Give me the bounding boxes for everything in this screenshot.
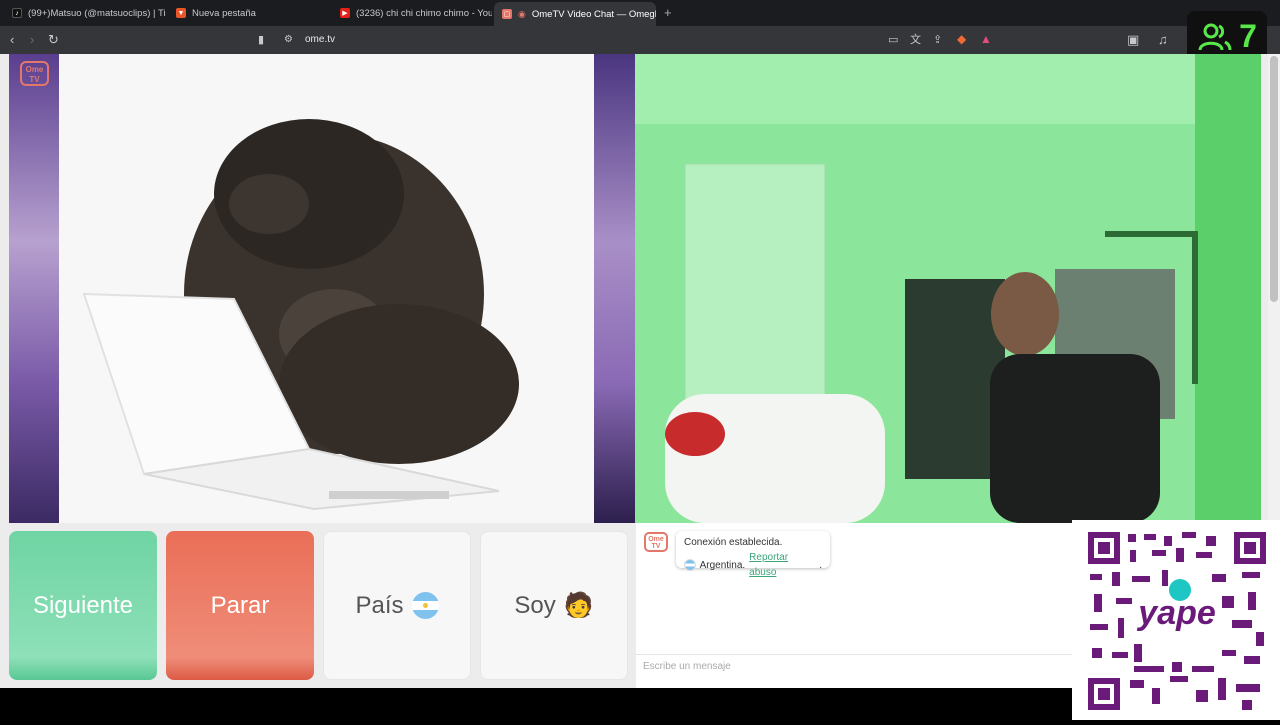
address-bar[interactable]: ▮ ⚙ ome.tv ▭ 文 ⇪ ◆ ▲ — [250, 29, 1000, 51]
tab-label: (3236) chi chi chimo chimo - YouTube — [356, 7, 492, 19]
new-tab-icon[interactable]: + — [664, 5, 672, 20]
tab-bar: ♪ (99+)Matsuo (@matsuoclips) | TikTok ▼ … — [0, 0, 1280, 26]
country-text: Argentina. — [699, 559, 746, 571]
stranger-video: Ome TV — [9, 54, 635, 523]
message-input[interactable]: Escribe un mensaje — [643, 661, 731, 672]
tab-youtube[interactable]: ▶ (3236) chi chi chimo chimo - YouTube — [332, 3, 492, 23]
system-message: Conexión establecida. Argentina. Reporta… — [676, 531, 830, 578]
chat-panel: Ome TV Conexión establecida. Argentina. … — [636, 523, 1076, 688]
next-button[interactable]: Siguiente — [9, 531, 157, 680]
connection-status-text: Conexión establecida. — [684, 537, 783, 548]
media-icon[interactable]: ♫ — [1158, 32, 1168, 48]
video-image — [59, 54, 594, 523]
self-camera-image — [635, 54, 1261, 523]
site-settings-icon[interactable]: ⚙ — [284, 32, 293, 48]
country-button-label: País — [355, 591, 404, 619]
tab-label: Nueva pestaña — [192, 7, 256, 19]
translate-icon[interactable]: 文 — [910, 32, 921, 48]
report-abuse-link[interactable]: Reportar abuso — [749, 550, 815, 580]
person-emoji-icon: 🧑 — [563, 592, 594, 619]
tab-ometv[interactable]: ▢ ◉ OmeTV Video Chat — Omegle ✕ — [494, 2, 656, 26]
share-icon[interactable]: ⇪ — [933, 32, 942, 48]
country-button[interactable]: País — [323, 531, 471, 680]
url-text: ome.tv — [305, 34, 336, 45]
browser-toolbar: ‹ › ↻ ▮ ⚙ ome.tv ▭ 文 ⇪ ◆ ▲ ▣ ♫ — [0, 26, 1280, 54]
next-button-label: Siguiente — [32, 591, 134, 619]
qr-code-image: yape — [1088, 532, 1266, 710]
gender-button[interactable]: Soy 🧑 — [480, 531, 628, 680]
online-count: 7 — [1239, 18, 1257, 54]
tiktok-icon: ♪ — [12, 8, 22, 18]
back-icon[interactable]: ‹ — [10, 32, 14, 48]
ometv-chat-logo: Ome TV — [644, 532, 668, 552]
bottom-bar — [0, 688, 1072, 720]
tab-tiktok[interactable]: ♪ (99+)Matsuo (@matsuoclips) | TikTok — [4, 3, 166, 23]
brave-rewards-icon[interactable]: ▲ — [980, 31, 992, 47]
video-blur-right — [594, 54, 635, 523]
video-blur-left — [9, 54, 59, 523]
recording-dot-icon: ◉ — [518, 8, 526, 19]
brave-shield-icon[interactable]: ◆ — [957, 31, 966, 47]
chat-divider — [636, 654, 1076, 655]
chimp-laptop-image — [82, 119, 519, 511]
forward-icon[interactable]: › — [30, 32, 34, 48]
ometv-logo: Ome TV — [20, 61, 49, 86]
stop-button-label: Parar — [210, 591, 270, 619]
argentina-flag-icon — [411, 592, 439, 619]
argentina-flag-icon — [684, 559, 696, 571]
users-icon — [1198, 23, 1232, 50]
ometv-icon: ▢ — [502, 9, 512, 19]
self-video — [635, 54, 1261, 523]
tab-label: OmeTV Video Chat — Omegle — [531, 8, 656, 20]
brave-icon: ▼ — [176, 8, 186, 18]
report-suffix: . — [819, 559, 822, 571]
tab-label: (99+)Matsuo (@matsuoclips) | TikTok — [28, 7, 166, 19]
bookmark-icon[interactable]: ▮ — [258, 32, 264, 48]
stop-button[interactable]: Parar — [166, 531, 314, 680]
scroll-thumb[interactable] — [1270, 56, 1278, 302]
yape-qr-code: yape — [1072, 520, 1280, 720]
reload-icon[interactable]: ↻ — [48, 32, 59, 48]
screen-icon[interactable]: ▭ — [888, 32, 898, 48]
gender-button-label: Soy — [514, 591, 556, 619]
youtube-icon: ▶ — [340, 8, 350, 18]
sidebar-icon[interactable]: ▣ — [1127, 32, 1139, 48]
tab-new[interactable]: ▼ Nueva pestaña — [168, 3, 328, 23]
